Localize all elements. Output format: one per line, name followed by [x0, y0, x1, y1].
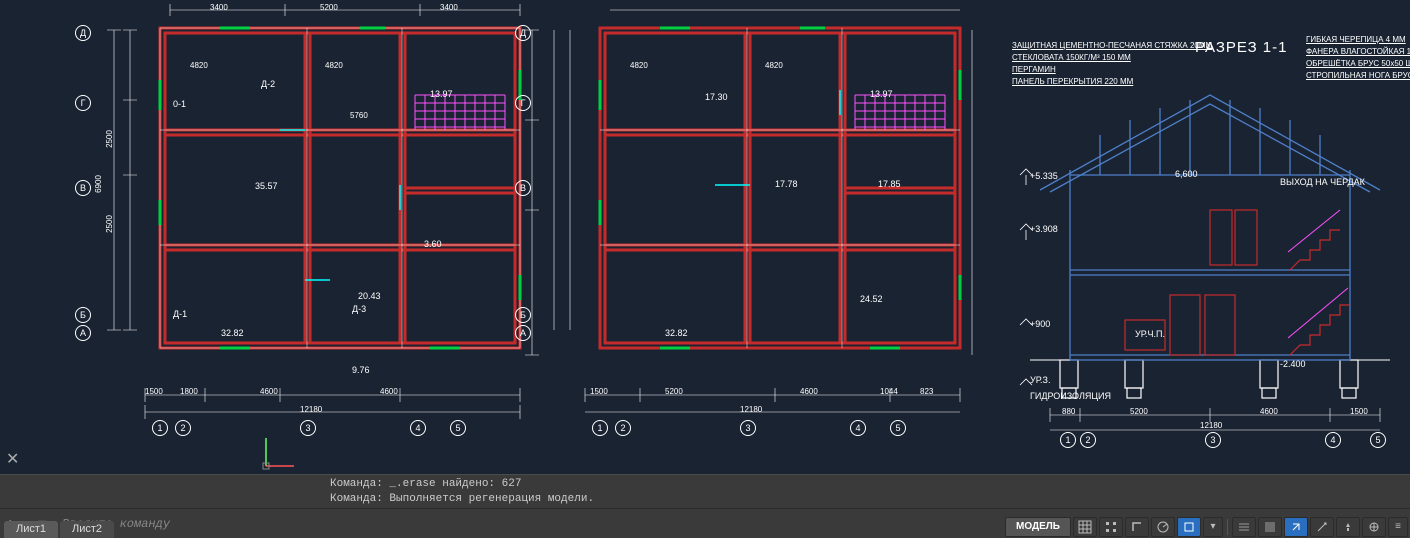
grid-bubble: Г — [515, 95, 531, 111]
grid-bubble: 4 — [850, 420, 866, 436]
lineweight-toggle-icon[interactable] — [1232, 517, 1256, 537]
snap-toggle-icon[interactable] — [1099, 517, 1123, 537]
command-history-line: Команда: Выполняется регенерация модели. — [330, 492, 1398, 507]
close-icon[interactable]: ✕ — [6, 452, 19, 468]
drawing-svg — [0, 0, 1410, 538]
grid-bubble: Б — [515, 307, 531, 323]
selection-cycling-icon[interactable] — [1284, 517, 1308, 537]
customize-icon[interactable]: ≡ — [1388, 517, 1408, 537]
layout-tab[interactable]: Лист1 — [4, 521, 58, 538]
grid-bubble: 5 — [1370, 432, 1386, 448]
model-space-canvas[interactable] — [0, 0, 1410, 538]
annotation-scale-icon[interactable] — [1310, 517, 1334, 537]
grid-bubble: 3 — [300, 420, 316, 436]
grid-bubble: 4 — [1325, 432, 1341, 448]
command-history-line: Команда: _.erase найдено: 627 — [330, 477, 1398, 492]
transparency-toggle-icon[interactable] — [1258, 517, 1282, 537]
grid-bubble: 2 — [175, 420, 191, 436]
osnap-menu-icon[interactable]: ▾ — [1203, 517, 1223, 537]
polar-toggle-icon[interactable] — [1151, 517, 1175, 537]
grid-bubble: 1 — [592, 420, 608, 436]
separator — [1227, 519, 1228, 535]
command-history: Команда: _.erase найдено: 627 Команда: В… — [0, 475, 1410, 509]
grid-bubble: 5 — [890, 420, 906, 436]
status-bar: МОДЕЛЬ ▾ ≡ — [1005, 516, 1408, 538]
ortho-toggle-icon[interactable] — [1125, 517, 1149, 537]
layout-tabs: Лист1 Лист2 — [4, 516, 114, 538]
grid-bubble: 1 — [152, 420, 168, 436]
grid-bubble: В — [75, 180, 91, 196]
grid-bubble: Г — [75, 95, 91, 111]
grid-bubble: А — [75, 325, 91, 341]
grid-bubble: 2 — [615, 420, 631, 436]
grid-bubble: А — [515, 325, 531, 341]
ucs-icon — [260, 432, 300, 477]
grid-bubble: 3 — [1205, 432, 1221, 448]
grid-bubble: 3 — [740, 420, 756, 436]
annotation-visibility-icon[interactable] — [1336, 517, 1360, 537]
osnap-toggle-icon[interactable] — [1177, 517, 1201, 537]
model-paper-toggle[interactable]: МОДЕЛЬ — [1005, 517, 1071, 537]
grid-bubble: Д — [75, 25, 91, 41]
grid-bubble: 4 — [410, 420, 426, 436]
grid-bubble: 5 — [450, 420, 466, 436]
grid-bubble: 1 — [1060, 432, 1076, 448]
grid-bubble: Б — [75, 307, 91, 323]
grid-bubble: 2 — [1080, 432, 1096, 448]
grid-bubble: Д — [515, 25, 531, 41]
workspace-switch-icon[interactable] — [1362, 517, 1386, 537]
layout-tab[interactable]: Лист2 — [60, 521, 114, 538]
grid-bubble: В — [515, 180, 531, 196]
grid-toggle-icon[interactable] — [1073, 517, 1097, 537]
